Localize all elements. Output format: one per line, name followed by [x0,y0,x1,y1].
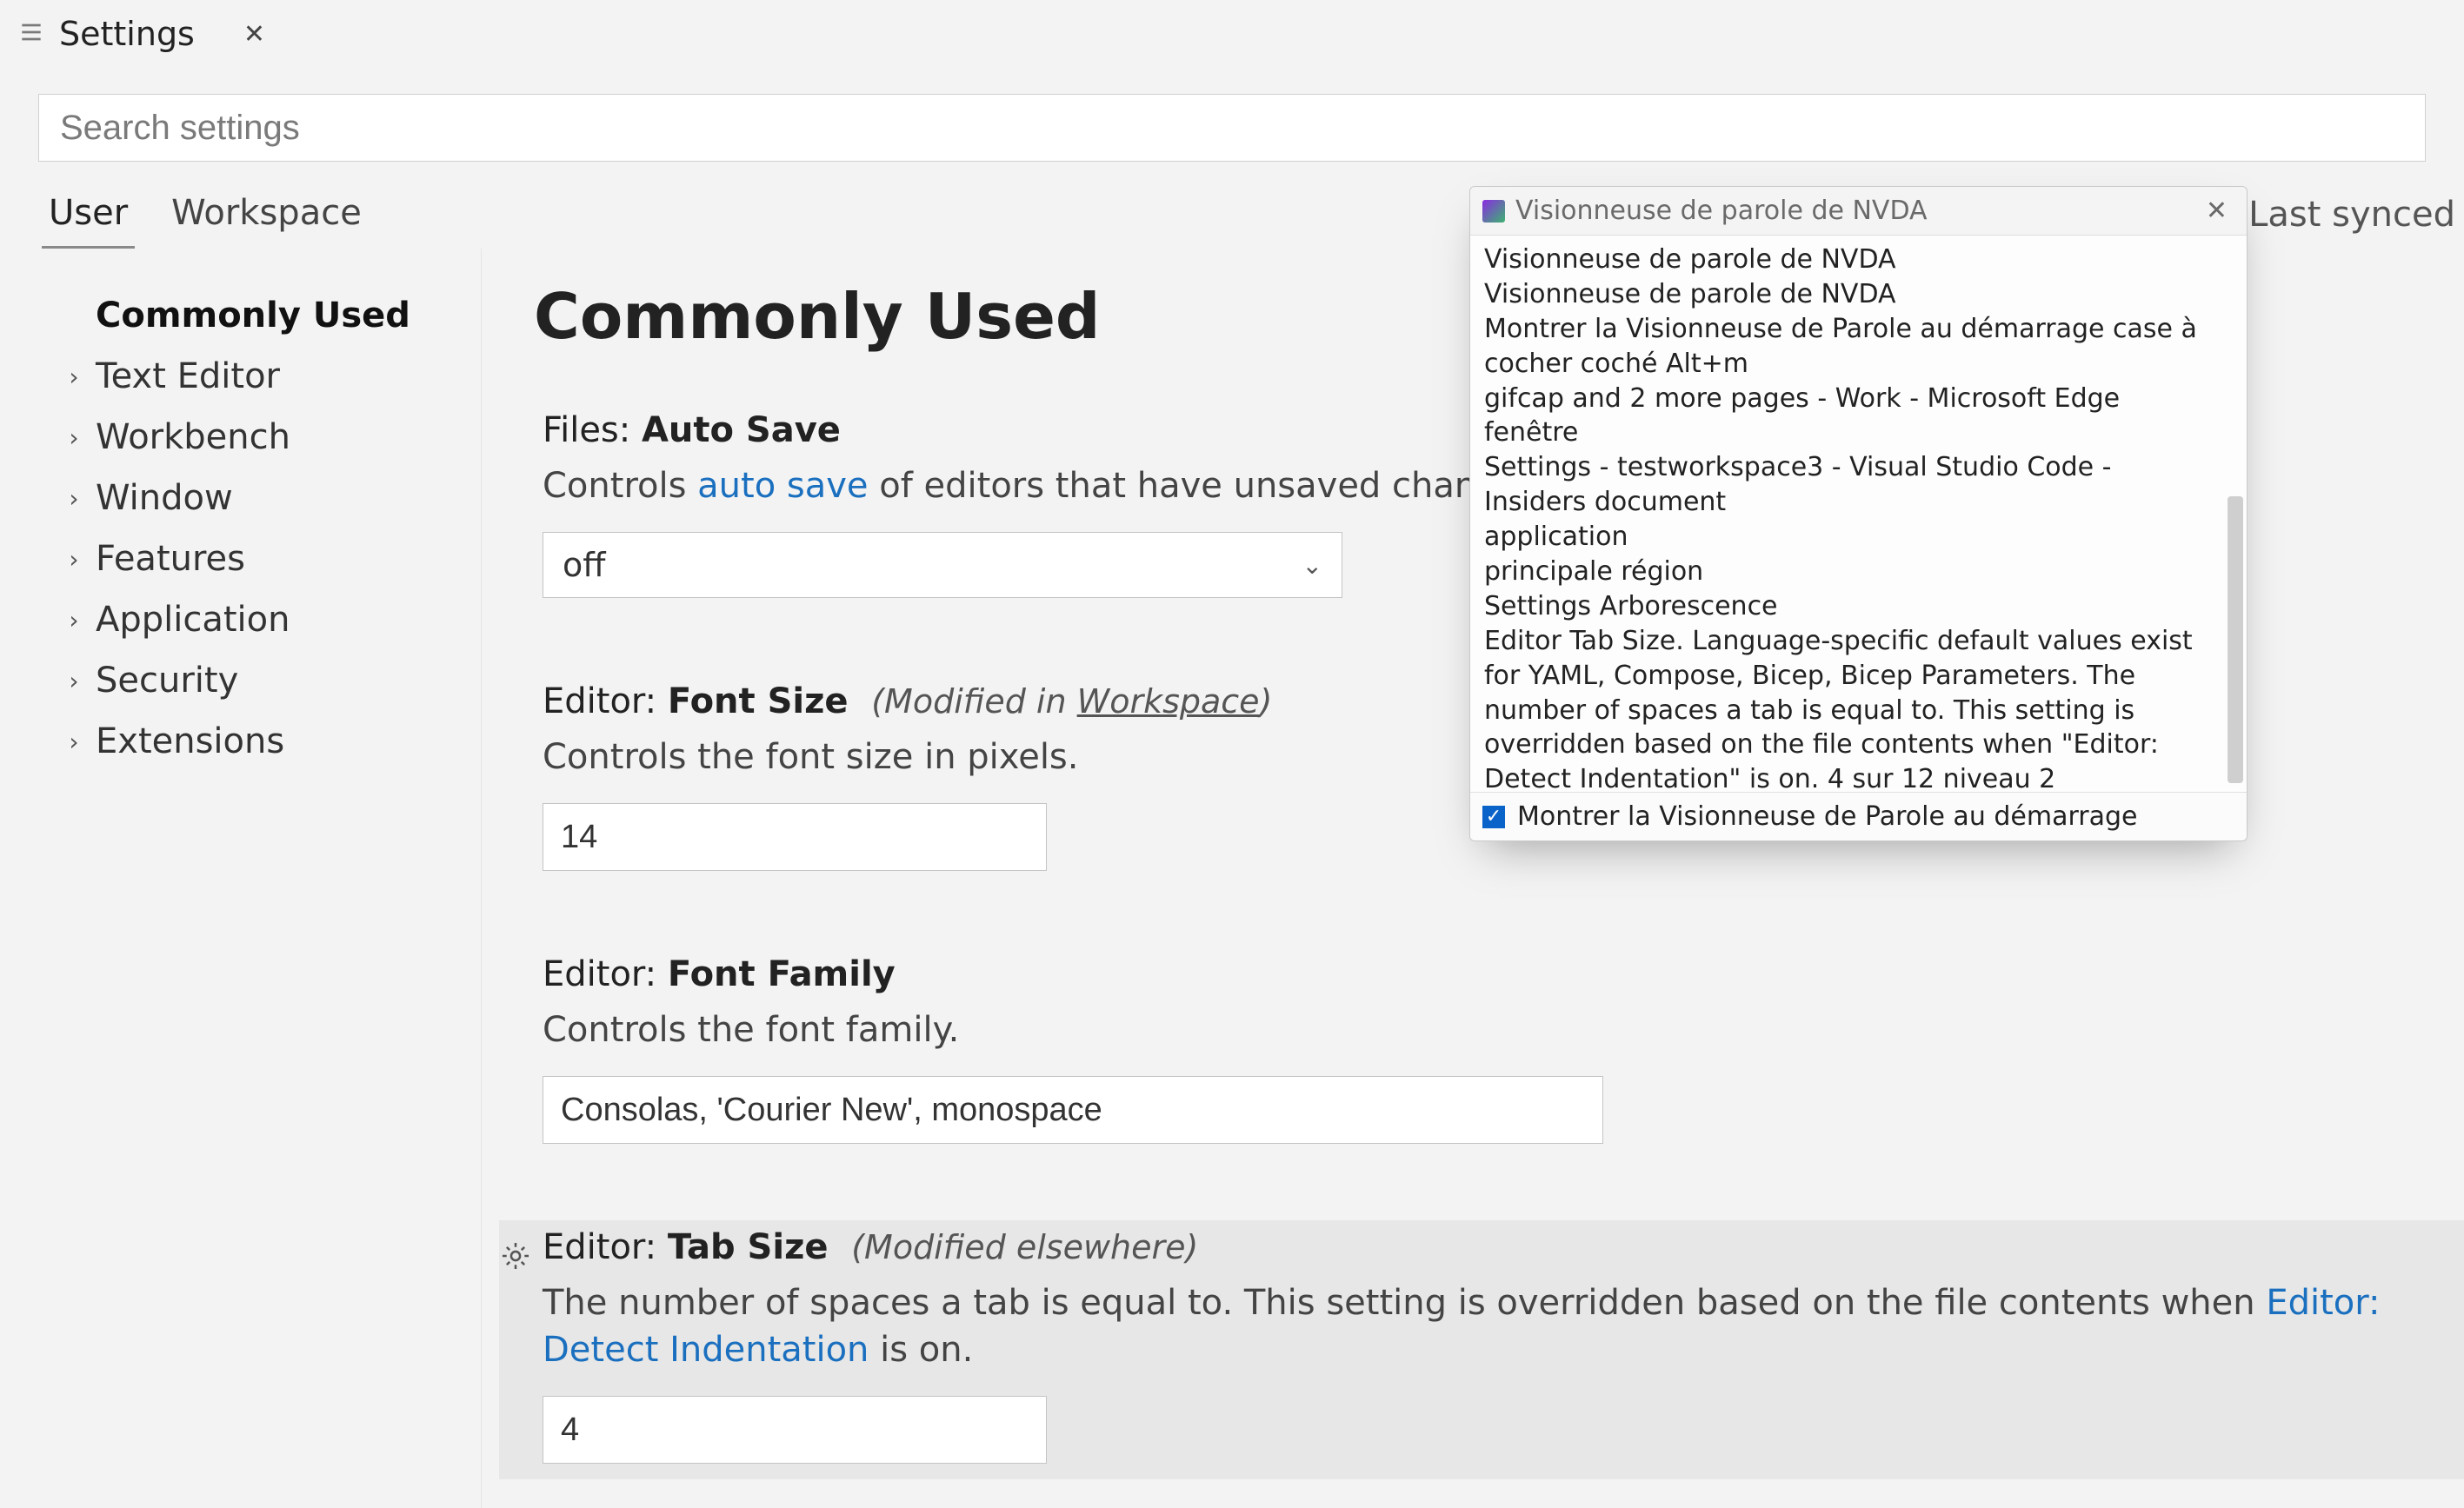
speech-line: Visionneuse de parole de NVDA [1484,242,2221,277]
modified-in-workspace-link[interactable]: Workspace [1077,682,1260,721]
setting-prefix: Editor: [543,681,656,721]
speech-line: gifcap and 2 more pages - Work - Microso… [1484,382,2221,451]
chevron-right-icon: › [61,545,87,574]
nvda-speech-viewer-window[interactable]: Visionneuse de parole de NVDA ✕ Visionne… [1469,186,2248,841]
chevron-right-icon: › [61,606,87,634]
auto-save-link[interactable]: auto save [697,466,868,506]
sidebar-item-text-editor[interactable]: › Text Editor [61,346,481,407]
setting-modified-badge: (Modified elsewhere) [851,1228,1198,1266]
nvda-app-icon [1482,200,1505,223]
search-settings-container [0,68,2464,177]
sidebar-item-label: Window [96,478,233,518]
speech-viewer-title: Visionneuse de parole de NVDA [1515,196,2188,226]
tab-size-input[interactable] [543,1396,1047,1464]
speech-viewer-footer: ✓ Montrer la Visionneuse de Parole au dé… [1470,792,2247,840]
setting-prefix: Files: [543,410,630,450]
close-tab-button[interactable]: ✕ [235,15,274,54]
setting-description: Controls the font family. [543,1006,2403,1053]
sidebar-item-label: Commonly Used [96,296,410,335]
settings-tab[interactable]: Settings ✕ [9,0,290,68]
sidebar-item-label: Features [96,539,245,579]
sidebar-item-label: Extensions [96,721,284,761]
speech-viewer-titlebar[interactable]: Visionneuse de parole de NVDA ✕ [1470,187,2247,236]
scope-tab-user[interactable]: User [38,184,138,249]
speech-viewer-close-button[interactable]: ✕ [2199,196,2234,226]
search-settings-input[interactable] [38,94,2426,162]
font-family-input[interactable] [543,1076,1603,1144]
scope-tab-workspace[interactable]: Workspace [161,184,372,249]
setting-editor-font-family: Editor: Font Family Controls the font fa… [534,947,2412,1159]
chevron-right-icon: › [61,423,87,452]
chevron-down-icon: ⌄ [1302,551,1322,580]
speech-line: principale région [1484,555,2221,589]
speech-line: Visionneuse de parole de NVDA [1484,277,2221,312]
sidebar-item-workbench[interactable]: › Workbench [61,407,481,468]
sidebar-item-window[interactable]: › Window [61,468,481,528]
setting-name: Tab Size [668,1227,829,1267]
setting-editor-tab-size: Editor: Tab Size (Modified elsewhere) Th… [499,1220,2464,1479]
chevron-right-icon: › [61,362,87,391]
settings-tree-sidebar: › Commonly Used › Text Editor › Workbenc… [0,249,482,1508]
setting-modified-badge: (Modified in Workspace) [871,682,1272,721]
chevron-right-icon: › [61,484,87,513]
sidebar-item-label: Application [96,600,290,640]
editor-tab-bar: Settings ✕ [0,0,2464,68]
speech-line: Montrer la Visionneuse de Parole au déma… [1484,312,2221,382]
speech-line: Editor Tab Size. Language-specific defau… [1484,624,2221,792]
show-on-startup-label: Montrer la Visionneuse de Parole au déma… [1517,801,2138,832]
speech-line: Settings - testworkspace3 - Visual Studi… [1484,450,2221,520]
settings-tab-icon [17,18,45,50]
sidebar-item-features[interactable]: › Features [61,528,481,589]
chevron-right-icon: › [61,667,87,695]
speech-viewer-scrollbar[interactable] [2228,496,2243,783]
sidebar-item-label: Workbench [96,417,290,457]
setting-name: Font Size [668,681,849,721]
chevron-right-icon: › [61,727,87,756]
setting-prefix: Editor: [543,1227,656,1267]
auto-save-select[interactable]: off ⌄ [543,532,1342,598]
sidebar-item-extensions[interactable]: › Extensions [61,711,481,772]
speech-line: Settings Arborescence [1484,589,2221,624]
setting-name: Font Family [668,954,896,994]
sidebar-item-label: Text Editor [96,356,280,396]
sidebar-item-label: Security [96,661,238,701]
select-value: off [563,546,605,584]
setting-description: The number of spaces a tab is equal to. … [543,1279,2412,1373]
setting-name: Auto Save [642,410,841,450]
sidebar-item-commonly-used[interactable]: › Commonly Used [61,285,481,346]
sidebar-item-security[interactable]: › Security [61,650,481,711]
speech-line: application [1484,520,2221,555]
gear-icon[interactable] [499,1239,532,1276]
sidebar-item-application[interactable]: › Application [61,589,481,650]
font-size-input[interactable] [543,803,1047,871]
last-synced-label: Last synced [2248,195,2464,235]
settings-tab-label: Settings [59,15,195,53]
show-on-startup-checkbox[interactable]: ✓ [1482,806,1505,828]
speech-viewer-log[interactable]: Visionneuse de parole de NVDA Visionneus… [1470,236,2247,792]
setting-prefix: Editor: [543,954,656,994]
